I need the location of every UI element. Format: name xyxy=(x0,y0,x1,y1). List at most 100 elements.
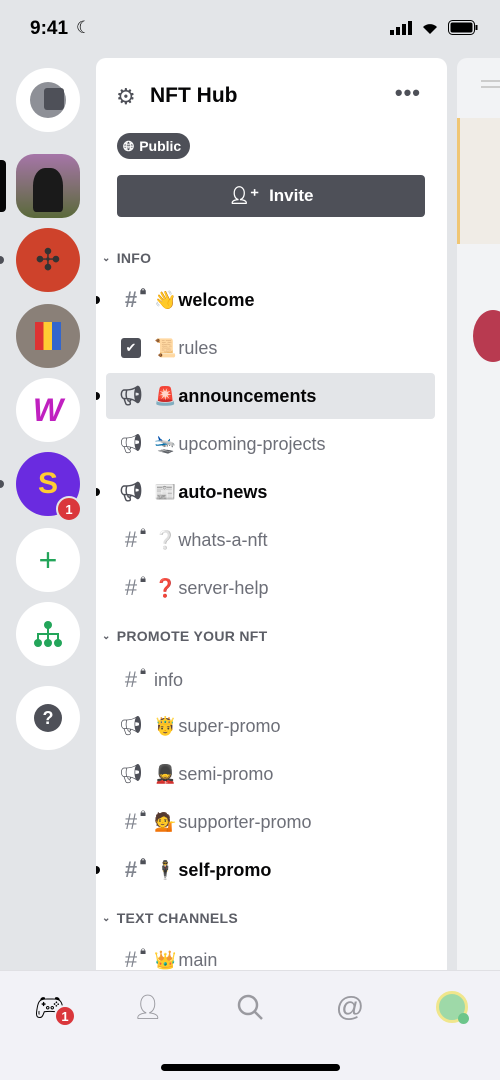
menu-icon xyxy=(481,80,500,82)
chevron-down-icon: ⌄ xyxy=(102,630,111,642)
channel-server-help[interactable]: # 🔒︎ ❓ server-help xyxy=(106,565,435,611)
add-user-icon: 👤︎⁺ xyxy=(228,186,260,205)
announcement-lock-icon: 📢︎ xyxy=(118,386,144,407)
public-badge: 🌐︎ Public xyxy=(117,133,191,159)
direct-messages-button[interactable] xyxy=(16,68,80,132)
s-logo-icon: S xyxy=(37,467,58,500)
more-icon[interactable]: ••• xyxy=(395,80,421,106)
unread-dot xyxy=(0,480,4,488)
at-icon: @ xyxy=(335,991,365,1022)
invite-label: Invite xyxy=(269,186,314,205)
tab-search[interactable] xyxy=(230,987,270,1027)
cube-image xyxy=(35,322,61,350)
tab-mentions[interactable]: @ xyxy=(330,987,370,1027)
channel-super-promo[interactable]: 📢︎ 🤴 super-promo xyxy=(106,703,435,749)
plus-icon: + xyxy=(38,541,58,578)
rust-logo-icon: ✣ xyxy=(35,243,61,277)
search-icon xyxy=(237,994,263,1020)
hash-lock-icon: # 🔒︎ xyxy=(124,573,146,600)
user-avatar xyxy=(436,991,469,1024)
category-name: INFO xyxy=(116,250,152,266)
channel-info[interactable]: # 🔒︎ info xyxy=(106,657,435,703)
home-indicator xyxy=(161,1064,340,1071)
channel-name: whats-a-nft xyxy=(178,529,268,550)
selected-indicator xyxy=(0,160,6,212)
channel-emoji: ❓ xyxy=(154,577,177,598)
category-header[interactable]: ⌄ PROMOTE YOUR NFT xyxy=(102,628,267,644)
channel-welcome[interactable]: # 🔒︎ 👋 welcome xyxy=(96,277,435,323)
category-header[interactable]: ⌄ INFO xyxy=(102,250,151,266)
visibility-label: Public xyxy=(139,138,182,154)
channel-emoji: 👋 xyxy=(154,289,177,310)
channel-name: supporter-promo xyxy=(178,811,312,832)
help-button[interactable]: ? xyxy=(16,686,80,750)
banner xyxy=(457,118,500,244)
globe-icon: 🌐︎ xyxy=(123,137,135,154)
channel-rules[interactable]: ✔ 📜 rules xyxy=(106,325,435,371)
server-nft-hub[interactable] xyxy=(16,154,80,218)
chat-preview[interactable] xyxy=(457,58,500,970)
channel-emoji: 🛬 xyxy=(154,433,177,454)
channel-emoji: 🤴 xyxy=(154,715,177,736)
hierarchy-icon xyxy=(34,621,62,647)
home-badge: 1 xyxy=(54,1005,76,1027)
channel-name: info xyxy=(154,669,184,690)
rules-icon: ✔ xyxy=(118,337,144,359)
channel-announcements[interactable]: 📢︎ 🚨 announcements xyxy=(96,373,435,419)
add-server-button[interactable]: + xyxy=(16,528,80,592)
channel-whats-a-nft[interactable]: # 🔒︎ ❔ whats-a-nft xyxy=(106,517,435,563)
channel-upcoming-projects[interactable]: 📢︎ 🛬 upcoming-projects xyxy=(106,421,435,467)
hash-lock-icon: # 🔒︎ xyxy=(124,665,146,692)
channel-emoji: ❔ xyxy=(154,529,177,550)
channel-name: server-help xyxy=(178,577,269,598)
channel-main[interactable]: # 🔒︎ 👑 main xyxy=(106,937,435,970)
server-rust[interactable]: ✣ xyxy=(16,228,80,292)
explore-servers-button[interactable] xyxy=(16,602,80,666)
server-cube[interactable] xyxy=(16,304,80,368)
clock: 9:41 xyxy=(30,18,69,39)
channel-emoji: 💂 xyxy=(154,763,177,784)
channel-name: upcoming-projects xyxy=(178,433,326,454)
moon-icon: ☾ xyxy=(76,18,92,37)
channel-supporter-promo[interactable]: # 🔒︎ 💁 supporter-promo xyxy=(106,799,435,845)
channel-emoji: 🚨 xyxy=(154,385,177,406)
unread-dot xyxy=(0,256,4,264)
hash-lock-icon: # 🔒︎ xyxy=(124,855,146,882)
hash-lock-icon: # 🔒︎ xyxy=(124,807,146,834)
question-icon: ? xyxy=(34,704,62,732)
hash-lock-icon: # 🔒︎ xyxy=(124,525,146,552)
category-name: TEXT CHANNELS xyxy=(116,910,239,926)
dm-icon xyxy=(30,82,66,118)
channel-emoji: 📜 xyxy=(154,337,177,358)
channel-emoji: 📰 xyxy=(154,481,177,502)
unread-dot xyxy=(96,866,100,874)
battery-icon xyxy=(448,20,478,35)
channel-emoji: 🕴 xyxy=(154,859,177,880)
channel-name: self-promo xyxy=(178,859,272,880)
category-header[interactable]: ⌄ TEXT CHANNELS xyxy=(102,910,238,926)
status-bar: 9:41 ☾ xyxy=(0,0,500,58)
channel-panel: ⚙ NFT Hub ••• 🌐︎ Public 👤︎⁺ Invite ⌄ INFO # 🔒… xyxy=(96,58,447,970)
tab-profile[interactable] xyxy=(432,987,472,1027)
channel-name: semi-promo xyxy=(178,763,274,784)
server-mention-badge: 1 xyxy=(56,496,82,522)
online-status-icon xyxy=(458,1013,469,1024)
unread-dot xyxy=(96,392,100,400)
channel-self-promo[interactable]: # 🔒︎ 🕴 self-promo xyxy=(96,847,435,893)
tab-friends[interactable]: 👤︎ xyxy=(128,987,168,1027)
channel-name: main xyxy=(178,949,218,970)
announcement-lock-icon: 📢︎ xyxy=(118,482,144,503)
channel-name: welcome xyxy=(178,289,255,310)
wifi-icon xyxy=(423,24,437,34)
guild-settings-icon: ⚙ xyxy=(116,84,136,109)
hash-lock-icon: # 🔒︎ xyxy=(124,285,146,312)
server-w[interactable]: W xyxy=(16,378,80,442)
chevron-down-icon: ⌄ xyxy=(102,252,111,264)
invite-button[interactable]: 👤︎⁺ Invite xyxy=(117,175,425,217)
channel-emoji: 💁 xyxy=(154,811,177,832)
unread-dot xyxy=(96,488,100,496)
guild-name[interactable]: NFT Hub xyxy=(150,84,237,108)
channel-auto-news[interactable]: 📢︎ 📰 auto-news xyxy=(96,469,435,515)
channel-semi-promo[interactable]: 📢︎ 💂 semi-promo xyxy=(106,751,435,797)
channel-name: rules xyxy=(178,337,218,358)
